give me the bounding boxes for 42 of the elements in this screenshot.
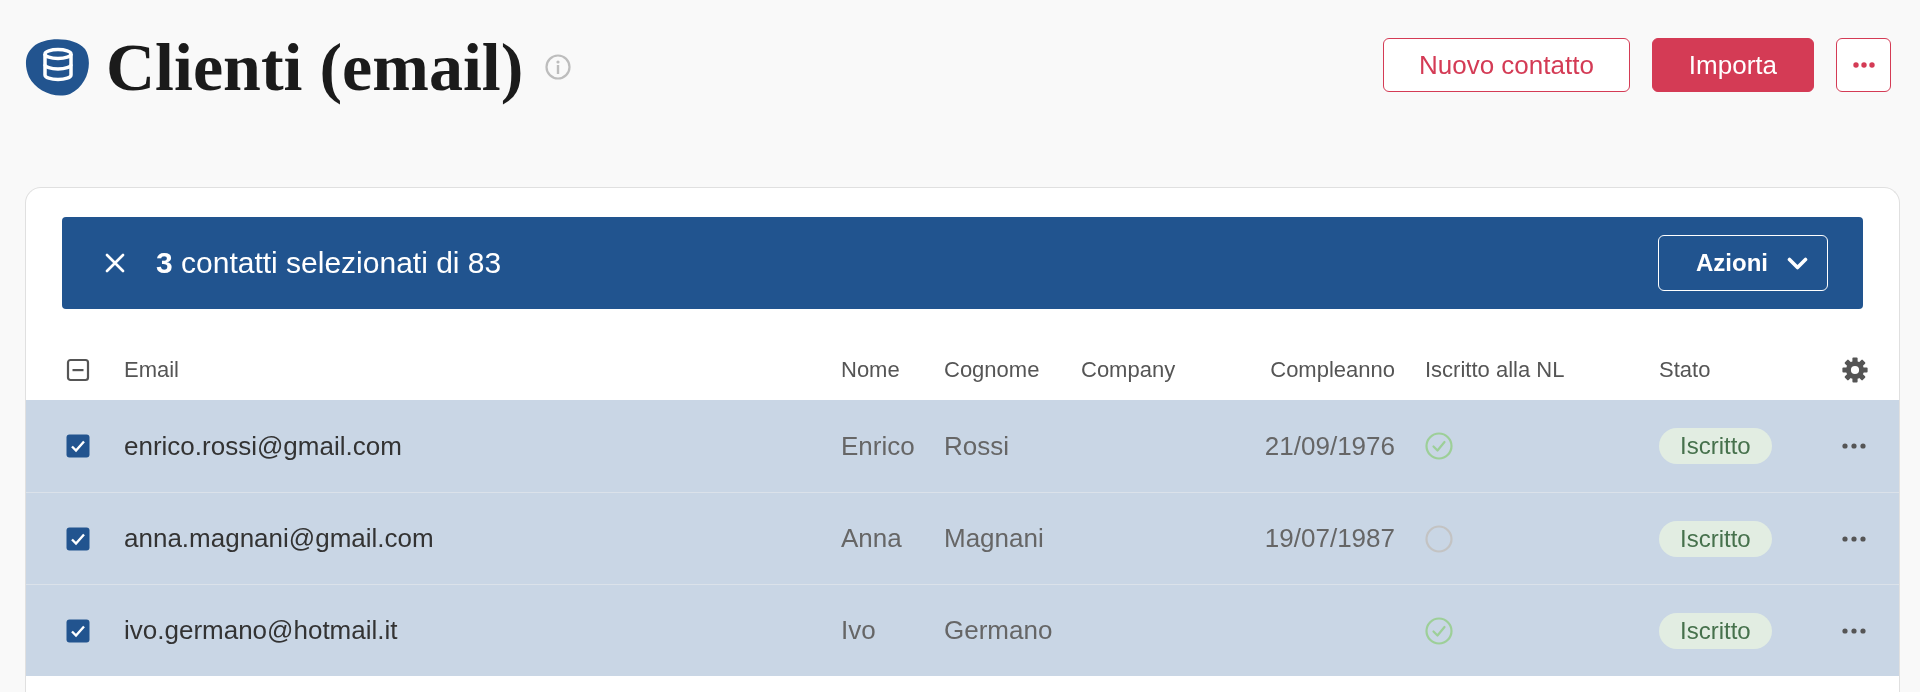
column-header: Nome — [841, 356, 900, 382]
chevron-down-icon — [1787, 256, 1808, 270]
first-name-text: Ivo — [841, 615, 876, 645]
more-button[interactable] — [1836, 38, 1891, 92]
actions-button[interactable]: Azioni — [1658, 235, 1828, 291]
row-checkbox[interactable] — [66, 434, 90, 458]
more-icon[interactable] — [1842, 535, 1866, 542]
row-checkbox[interactable] — [66, 618, 90, 643]
last-name-text: Magnani — [944, 523, 1044, 553]
row-checkbox[interactable] — [66, 526, 90, 551]
column-header: Cognome — [944, 356, 1040, 382]
first-name-text: Enrico — [841, 430, 915, 461]
selection-summary: 3 contatti selezionati di 83 — [156, 246, 502, 280]
more-icon[interactable] — [1842, 443, 1866, 449]
new-contact-button[interactable]: Nuovo contatto — [1382, 38, 1630, 92]
close-icon[interactable] — [105, 253, 125, 273]
status-badge: Iscritto — [1659, 428, 1772, 464]
email-text: anna.magnani@gmail.com — [124, 523, 434, 553]
status-badge: Iscritto — [1659, 612, 1772, 649]
last-name-text: Rossi — [944, 430, 1009, 461]
column-header: Iscritto alla NL — [1425, 356, 1565, 382]
column-header: Company — [1081, 356, 1176, 382]
database-icon — [25, 38, 90, 96]
birthday-text: 19/07/1987 — [1264, 523, 1395, 553]
column-header: Stato — [1659, 356, 1711, 382]
birthday-text: 21/09/1976 — [1264, 430, 1395, 461]
more-icon[interactable] — [1842, 627, 1866, 634]
email-text: ivo.germano@hotmail.it — [124, 615, 398, 645]
last-name-text: Germano — [944, 615, 1053, 645]
select-all-checkbox[interactable] — [66, 357, 90, 382]
email-text: enrico.rossi@gmail.com — [124, 430, 402, 461]
column-header: Email — [124, 356, 179, 382]
table-row[interactable]: ivo.germano@hotmail.it Ivo Germano Iscritto — [26, 584, 1899, 676]
table-row[interactable]: anna.magnani@gmail.com Anna Magnani 19/07/1987 Iscritto — [26, 492, 1899, 584]
import-button[interactable]: Importa — [1651, 38, 1814, 92]
status-badge: Iscritto — [1659, 520, 1772, 557]
table-row[interactable]: enrico.rossi@gmail.com Enrico Rossi 21/09/1976 Iscritto — [26, 400, 1899, 492]
more-icon — [1852, 62, 1875, 68]
page-title: Clienti (email) — [106, 28, 524, 107]
settings-icon[interactable] — [1842, 356, 1868, 383]
column-header: Compleanno — [1270, 356, 1395, 382]
first-name-text: Anna — [841, 523, 902, 553]
